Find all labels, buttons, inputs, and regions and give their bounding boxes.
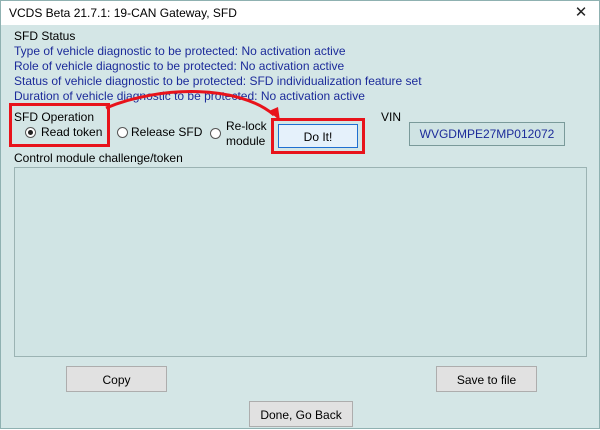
title-bar[interactable]: VCDS Beta 21.7.1: 19-CAN Gateway, SFD ✕ (1, 1, 599, 25)
vin-label: VIN (381, 110, 402, 124)
radio-relock-module[interactable]: Re-lock module (210, 119, 270, 149)
status-line-type: Type of vehicle diagnostic to be protect… (14, 44, 346, 58)
sfd-dialog-window: VCDS Beta 21.7.1: 19-CAN Gateway, SFD ✕ … (0, 0, 600, 429)
done-go-back-button[interactable]: Done, Go Back (249, 401, 353, 427)
token-label: Control module challenge/token (14, 151, 183, 165)
save-to-file-button[interactable]: Save to file (436, 366, 537, 392)
copy-button[interactable]: Copy (66, 366, 167, 392)
vin-field[interactable]: WVGDMPE27MP012072 (409, 122, 565, 146)
radio-relock-label-line1: Re-lock (226, 119, 267, 133)
highlight-box-operation (9, 103, 110, 147)
status-line-role: Role of vehicle diagnostic to be protect… (14, 59, 345, 73)
sfd-status-heading: SFD Status (14, 29, 76, 43)
radio-unselected-icon (117, 127, 128, 138)
do-it-button[interactable]: Do It! (278, 124, 358, 148)
token-textarea[interactable] (14, 167, 587, 357)
window-title: VCDS Beta 21.7.1: 19-CAN Gateway, SFD (9, 6, 237, 20)
status-line-duration: Duration of vehicle diagnostic to be pro… (14, 89, 365, 103)
radio-release-sfd-label: Release SFD (131, 125, 203, 139)
radio-unselected-icon (210, 128, 221, 139)
radio-relock-label-line2: module (226, 134, 266, 148)
status-line-status: Status of vehicle diagnostic to be prote… (14, 74, 422, 88)
close-icon[interactable]: ✕ (571, 3, 591, 23)
